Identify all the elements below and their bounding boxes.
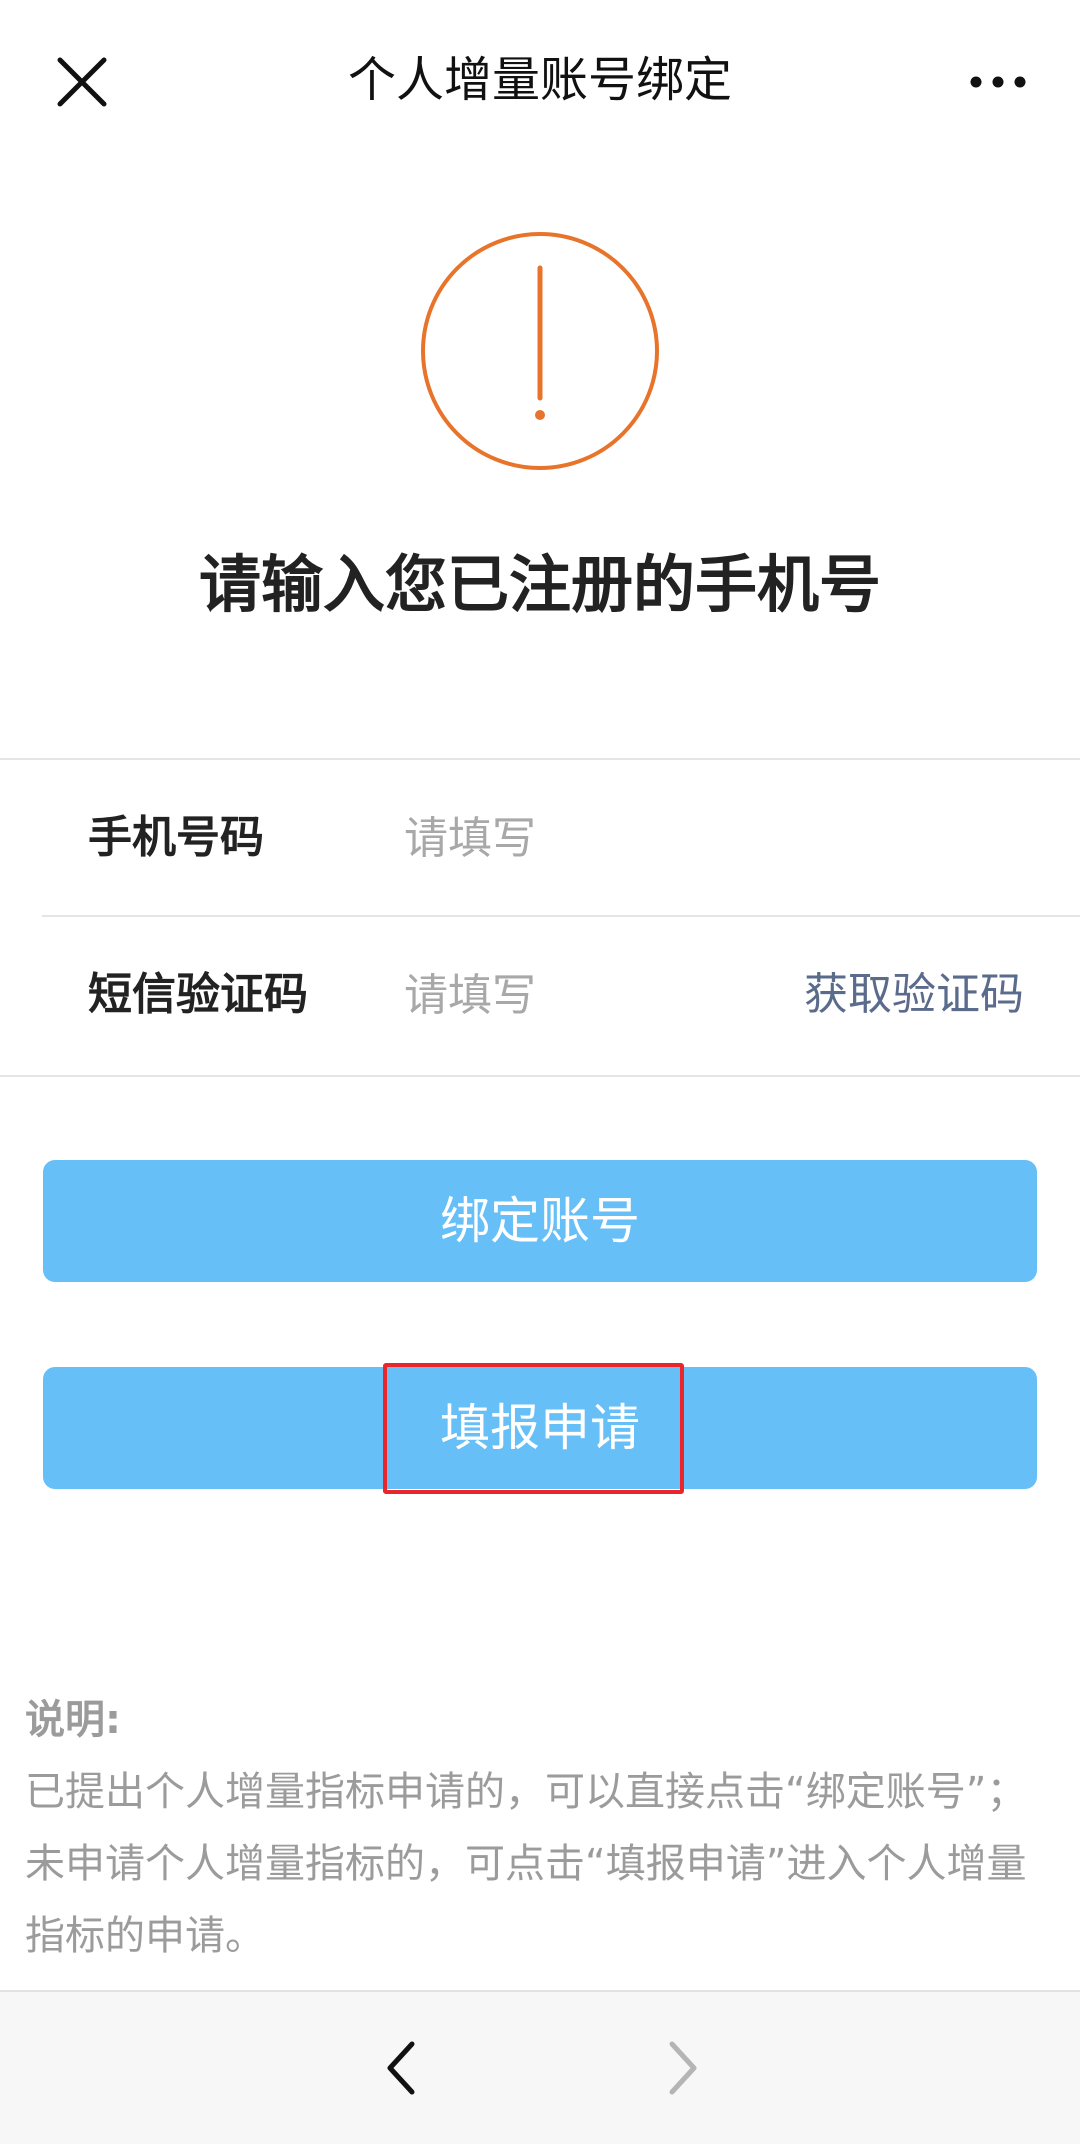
more-dots-icon[interactable] bbox=[968, 62, 1028, 102]
phone-label: 手机号码 bbox=[88, 812, 264, 863]
sms-row: 短信验证码 获取验证码 bbox=[0, 917, 1080, 1072]
exclamation-circle-icon bbox=[421, 232, 659, 470]
bottom-nav-bar bbox=[0, 1990, 1080, 2144]
get-code-button[interactable]: 获取验证码 bbox=[804, 917, 1024, 1072]
note-body: 已提出个人增量指标申请的，可以直接点击“绑定账号”；未申请个人增量指标的，可点击… bbox=[25, 1769, 1027, 1959]
phone-row: 手机号码 bbox=[0, 760, 1080, 917]
sms-code-label: 短信验证码 bbox=[88, 969, 308, 1020]
bind-form: 手机号码 短信验证码 获取验证码 bbox=[0, 758, 1080, 1077]
status-headline: 请输入您已注册的手机号 bbox=[198, 548, 881, 621]
phone-input[interactable] bbox=[404, 800, 764, 876]
submit-application-button[interactable]: 填报申请 bbox=[43, 1367, 1037, 1489]
top-nav-bar: 个人增量账号绑定 bbox=[0, 0, 1080, 162]
sms-code-input[interactable] bbox=[404, 957, 764, 1033]
chevron-left-icon[interactable] bbox=[380, 2036, 420, 2100]
bind-account-button[interactable]: 绑定账号 bbox=[43, 1160, 1037, 1282]
chevron-right-icon[interactable] bbox=[664, 2036, 704, 2100]
page-title: 个人增量账号绑定 bbox=[347, 52, 732, 108]
note-title: 说明: bbox=[25, 1697, 121, 1743]
